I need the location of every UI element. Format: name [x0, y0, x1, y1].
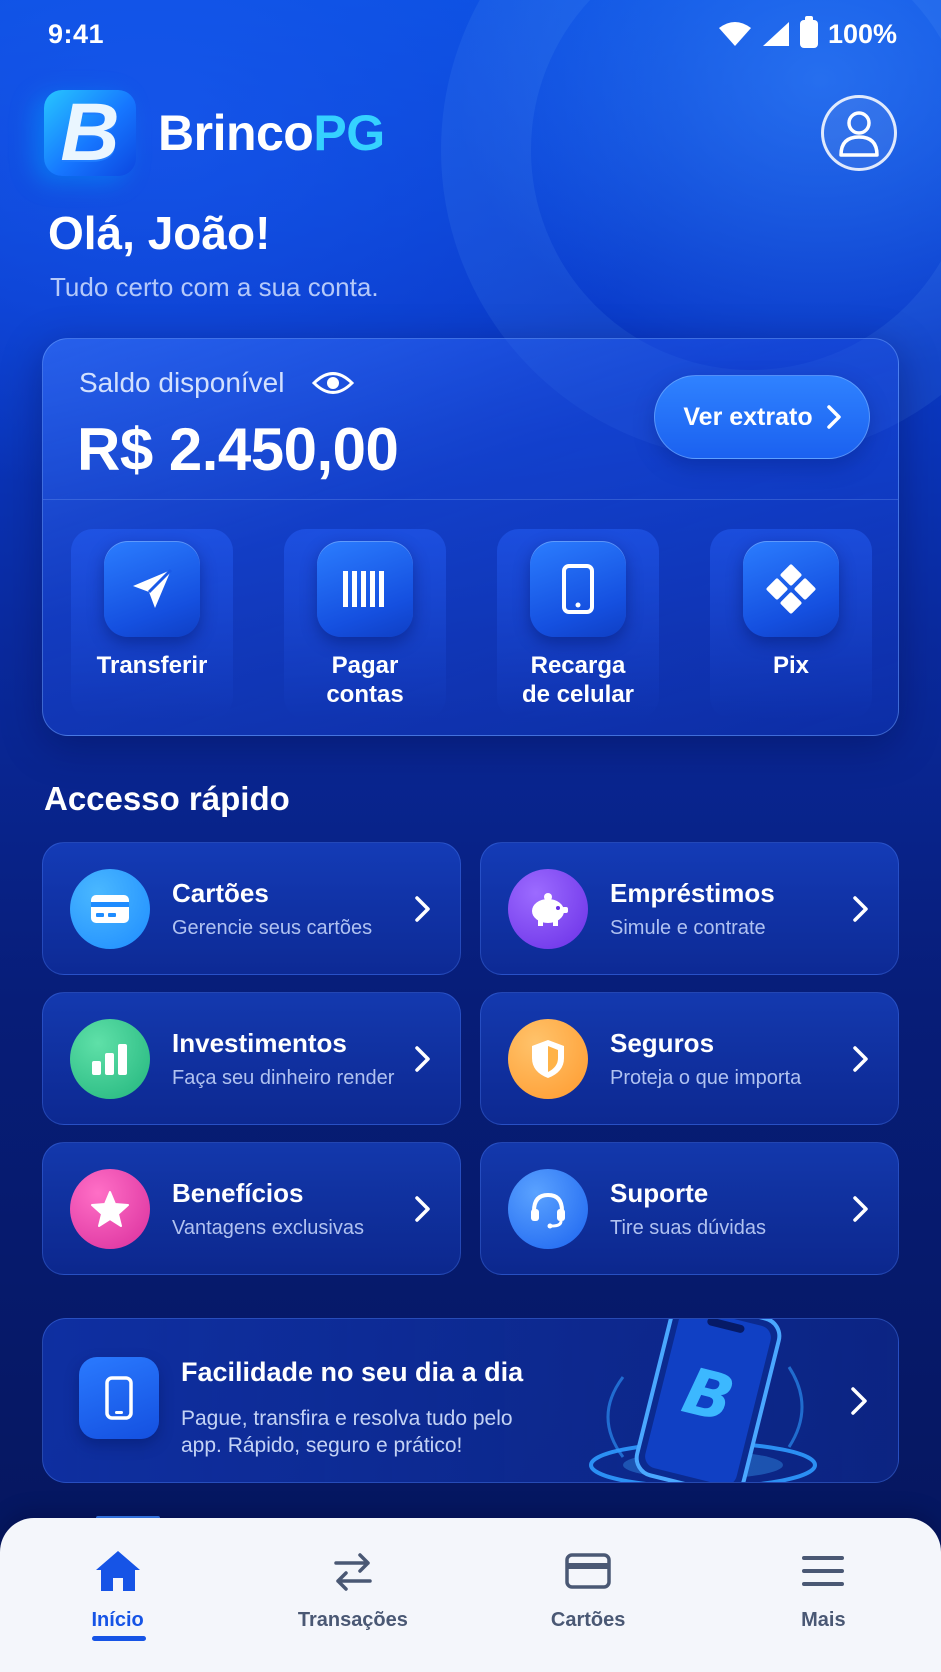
view-statement-label: Ver extrato: [683, 402, 813, 431]
profile-button[interactable]: [821, 95, 897, 171]
star-icon: [70, 1168, 150, 1249]
balance-label-row: Saldo disponível: [79, 367, 355, 399]
tile-title: Seguros: [610, 1027, 715, 1058]
nav-label: Cartões: [550, 1609, 626, 1631]
tile-subtitle: Gerencie seus cartões: [172, 916, 373, 939]
banner-title: Facilidade no seu dia a dia: [181, 1357, 524, 1387]
banner-subtitle: Pague, transfira e resolva tudo pelo app…: [181, 1407, 513, 1457]
tile-subtitle: Proteja o que importa: [610, 1066, 802, 1089]
chevron-right-icon: [853, 1045, 868, 1072]
battery-icon: [799, 16, 818, 48]
logo-icon: B: [44, 87, 136, 178]
tile-investments[interactable]: Investimentos Faça seu dinheiro render: [42, 992, 461, 1125]
action-pix[interactable]: Pix: [710, 529, 872, 719]
chevron-right-icon: [853, 895, 868, 922]
tile-benefits[interactable]: Benefícios Vantagens exclusivas: [42, 1142, 461, 1275]
user-icon: [839, 111, 879, 157]
signal-icon: [762, 22, 789, 46]
phone-icon: [79, 1357, 159, 1439]
phone-icon: [530, 541, 626, 637]
chevron-right-icon: [853, 1195, 868, 1222]
nav-home[interactable]: Início: [28, 1518, 208, 1641]
tile-loans[interactable]: Empréstimos Simule e contrate: [480, 842, 899, 975]
home-icon: [95, 1551, 140, 1591]
transfer-arrows-icon: [334, 1553, 372, 1591]
chevron-right-icon: [826, 405, 841, 429]
bar-chart-icon: [70, 1018, 150, 1099]
greeting-title: Olá, João!: [48, 207, 271, 259]
tile-title: Investimentos: [172, 1027, 347, 1058]
nav-cards[interactable]: Cartões: [498, 1518, 678, 1632]
bottom-navigation: Início Transações Cartões Mais: [0, 1518, 941, 1672]
tile-cards[interactable]: Cartões Gerencie seus cartões: [42, 842, 461, 975]
card-icon: [70, 868, 150, 949]
quick-access-title: Accesso rápido: [44, 780, 290, 817]
tile-insurance[interactable]: Seguros Proteja o que importa: [480, 992, 899, 1125]
wifi-icon: [718, 22, 751, 46]
nav-label: Início: [91, 1609, 144, 1631]
chevron-right-icon: [851, 1387, 867, 1415]
tile-subtitle: Faça seu dinheiro render: [172, 1066, 395, 1089]
action-phone-recharge[interactable]: Recarga de celular: [497, 529, 659, 719]
barcode-icon: [317, 541, 413, 637]
tile-title: Benefícios: [172, 1177, 304, 1208]
chevron-right-icon: [415, 1045, 430, 1072]
tile-title: Cartões: [172, 877, 269, 908]
headset-icon: [508, 1168, 588, 1249]
eye-icon[interactable]: [312, 370, 355, 396]
tile-subtitle: Simule e contrate: [610, 916, 766, 939]
piggy-bank-icon: [508, 868, 588, 949]
tile-support[interactable]: Suporte Tire suas dúvidas: [480, 1142, 899, 1275]
action-transfer[interactable]: Transferir: [71, 529, 233, 719]
tile-subtitle: Tire suas dúvidas: [610, 1216, 766, 1239]
greeting-subtitle: Tudo certo com a sua conta.: [50, 272, 379, 302]
action-label: Recarga de celular: [521, 652, 635, 708]
menu-icon: [802, 1556, 845, 1586]
status-icons: 100%: [718, 16, 897, 50]
phone-illustration-icon: B: [589, 1319, 817, 1482]
pix-icon: [743, 541, 839, 637]
app-header: B BrincoPG: [44, 87, 897, 178]
card-icon: [565, 1553, 611, 1589]
shield-icon: [508, 1018, 588, 1099]
battery-percent: 100%: [827, 18, 897, 49]
nav-label: Transações: [297, 1609, 408, 1631]
balance-label: Saldo disponível: [79, 367, 285, 398]
action-label: Pagar contas: [326, 652, 404, 708]
quick-actions: Transferir Pagar contas Recarga de celul…: [71, 529, 872, 719]
nav-active-underline: [91, 1636, 146, 1641]
view-statement-button[interactable]: Ver extrato: [654, 375, 870, 459]
nav-more[interactable]: Mais: [733, 1518, 913, 1632]
app-screen: 9:41 100% B BrincoPG Olá, João! Tudo cer…: [0, 0, 941, 1672]
action-label: Transferir: [96, 652, 208, 679]
status-bar: 9:41 100%: [48, 14, 897, 54]
promo-banner[interactable]: Facilidade no seu dia a dia Pague, trans…: [42, 1318, 899, 1483]
tile-subtitle: Vantagens exclusivas: [172, 1216, 364, 1239]
action-pay-bills[interactable]: Pagar contas: [284, 529, 446, 719]
send-icon: [104, 541, 200, 637]
tile-title: Empréstimos: [610, 877, 775, 908]
balance-card: Saldo disponível R$ 2.450,00 Ver extrato…: [42, 338, 899, 736]
brand-logo: B BrincoPG: [44, 87, 385, 178]
nav-transactions[interactable]: Transações: [263, 1518, 443, 1632]
action-label: Pix: [772, 652, 810, 679]
status-time: 9:41: [48, 18, 105, 49]
chevron-right-icon: [415, 895, 430, 922]
nav-label: Mais: [801, 1609, 846, 1631]
tile-title: Suporte: [610, 1177, 709, 1208]
brand-name: BrincoPG: [158, 105, 385, 161]
balance-value: R$ 2.450,00: [77, 416, 399, 483]
chevron-right-icon: [415, 1195, 430, 1222]
